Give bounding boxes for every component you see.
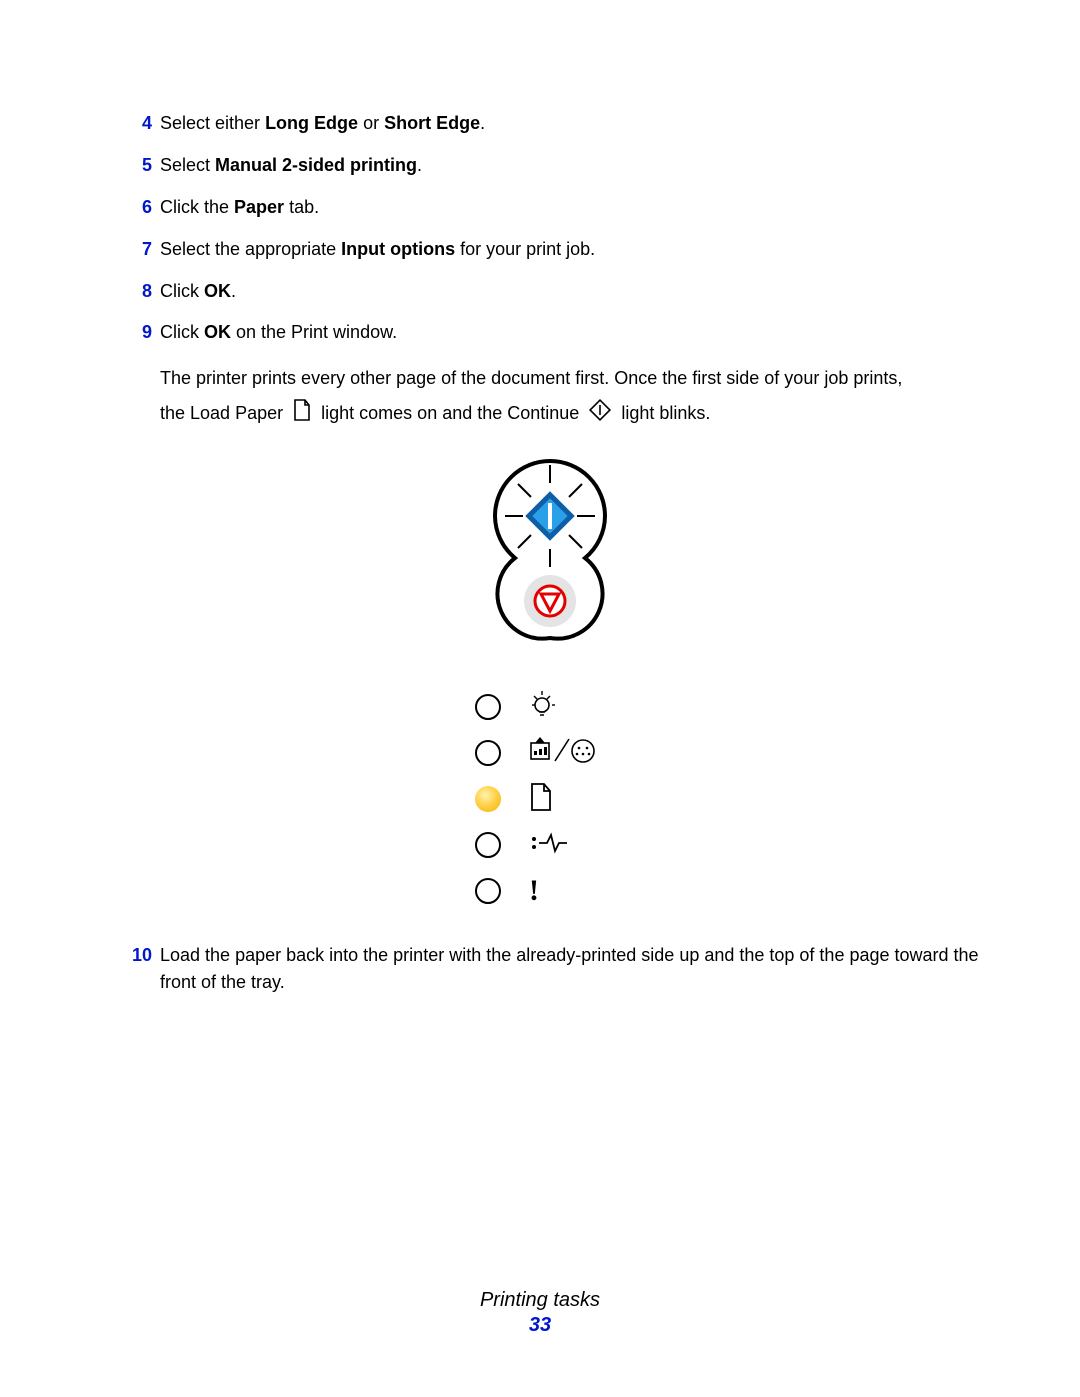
step-number: 10 [120,942,152,996]
indicator-row [475,730,625,776]
footer-title: Printing tasks [480,1289,600,1311]
indicator-row [475,684,625,730]
led-off [475,832,501,858]
body-text: the Load Paper [160,403,283,423]
printer-panel-illustration: ! [120,451,980,914]
step-text: Select the appropriate Input options for… [160,236,980,264]
error-icon: ! [529,876,539,906]
paper-icon [292,398,312,433]
step-item: 5 Select Manual 2-sided printing. [120,152,980,180]
indicator-row [475,776,625,822]
bulb-icon [529,690,555,724]
jam-icon [529,831,569,859]
body-text: light blinks. [621,403,710,423]
step-number: 8 [120,278,152,306]
step-text: Click OK. [160,278,980,306]
continue-diamond-icon [588,398,612,433]
toner-drum-icon [529,737,599,769]
document-page: 4 Select either Long Edge or Short Edge. 5… [0,0,1080,1397]
step-item: 9 Click OK on the Print window. [120,319,980,347]
step-item: 4 Select either Long Edge or Short Edge. [120,110,980,138]
led-off [475,740,501,766]
step-list: 4 Select either Long Edge or Short Edge. 5… [120,110,980,347]
step-text: Click the Paper tab. [160,194,980,222]
page-number: 33 [0,1314,1080,1337]
step-number: 9 [120,319,152,347]
led-off [475,694,501,720]
step-item: 8 Click OK. [120,278,980,306]
step-text: Load the paper back into the printer wit… [160,942,980,996]
step-number: 4 [120,110,152,138]
page-footer: Printing tasks 33 [0,1289,1080,1337]
step-item: 6 Click the Paper tab. [120,194,980,222]
step-number: 6 [120,194,152,222]
step-text: Click OK on the Print window. [160,319,980,347]
led-on [475,786,501,812]
step-item: 7 Select the appropriate Input options fo… [120,236,980,264]
step-9-continuation: 9 The printer prints every other page of… [120,361,980,432]
indicator-row: ! [475,868,625,914]
step-text: Select Manual 2-sided printing. [160,152,980,180]
body-text: light comes on and the Continue [321,403,584,423]
led-off [475,878,501,904]
step-text: Select either Long Edge or Short Edge. [160,110,980,138]
body-text: The printer prints every other page of t… [160,368,902,388]
paper-icon [529,782,553,816]
step-10: 10 Load the paper back into the printer … [120,942,980,996]
step-number: 5 [120,152,152,180]
step-number: 7 [120,236,152,264]
indicator-row [475,822,625,868]
